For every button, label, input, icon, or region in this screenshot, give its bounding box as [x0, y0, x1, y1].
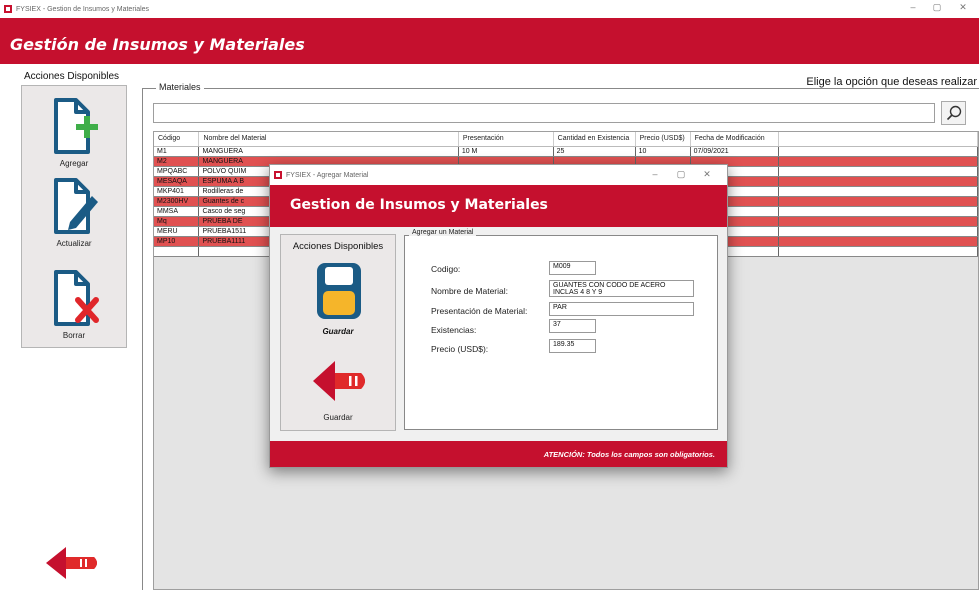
- dialog-close-button[interactable]: ✕: [698, 169, 716, 180]
- nombre-input[interactable]: GUANTES CON CODO DE ACERO INCLAS 4 8 Y 9: [549, 280, 694, 297]
- exit-button[interactable]: [44, 545, 102, 583]
- column-header[interactable]: Precio (USD$): [635, 132, 691, 147]
- table-cell-empty: [778, 206, 978, 217]
- search-button[interactable]: [941, 101, 966, 125]
- table-row[interactable]: M1 MANGUERA 10 M 25 10 07/09/2021: [154, 146, 978, 157]
- table-cell-empty: [778, 246, 978, 257]
- delete-document-icon: [54, 270, 99, 326]
- update-button[interactable]: Actualizar: [22, 176, 126, 248]
- table-cell-empty: [778, 216, 978, 227]
- dialog-title: FYSIEX - Agregar Material: [286, 171, 369, 179]
- table-cell: MERU: [154, 226, 200, 237]
- table-cell-empty: [778, 176, 978, 187]
- add-document-icon: [54, 98, 98, 154]
- dialog-footer: ATENCIÓN: Todos los campos son obligator…: [270, 441, 727, 467]
- table-cell: 10 M: [458, 146, 554, 157]
- sidebar-panel: Agregar Actualizar Borrar: [21, 85, 127, 348]
- search-input[interactable]: [153, 103, 935, 123]
- window-title: FYSIEX - Gestion de Insumos y Materiales: [16, 5, 150, 13]
- window-titlebar: FYSIEX - Gestion de Insumos y Materiales…: [0, 0, 979, 18]
- search-icon: [946, 105, 961, 121]
- update-button-label: Actualizar: [56, 239, 92, 248]
- existencias-input[interactable]: 37: [549, 319, 596, 333]
- column-header[interactable]: Nombre del Material: [198, 132, 459, 147]
- delete-button-label: Borrar: [62, 331, 86, 340]
- app-header-title: Gestión de Insumos y Materiales: [10, 35, 305, 54]
- dialog-actions-title: Acciones Disponibles: [292, 241, 384, 252]
- presentacion-label: Presentación de Material:: [431, 306, 528, 316]
- add-material-form-title: Agregar un Material: [409, 229, 477, 236]
- column-header[interactable]: Presentación: [458, 132, 554, 147]
- save-label-1: Guardar: [322, 327, 354, 336]
- precio-input[interactable]: 189.35: [549, 339, 596, 353]
- table-cell-empty: [778, 166, 978, 177]
- column-header[interactable]: Código: [154, 132, 200, 147]
- add-button[interactable]: Agregar: [22, 96, 126, 168]
- presentacion-input[interactable]: PAR: [549, 302, 694, 316]
- table-cell: MESAQA: [154, 176, 200, 187]
- table-cell-empty: [778, 226, 978, 237]
- app-icon: [274, 171, 282, 179]
- required-fields-notice: ATENCIÓN: Todos los campos son obligator…: [543, 450, 715, 459]
- dialog-minimize-button[interactable]: –: [646, 169, 664, 179]
- edit-document-icon: [54, 178, 98, 234]
- table-cell: 07/09/2021: [690, 146, 779, 157]
- column-header[interactable]: Cantidad en Existencia: [553, 132, 636, 147]
- table-cell: Mq: [154, 216, 200, 227]
- back-button[interactable]: [311, 359, 369, 405]
- minimize-button[interactable]: –: [902, 2, 924, 12]
- table-cell: MPQABC: [154, 166, 200, 177]
- close-button[interactable]: ✕: [952, 2, 974, 13]
- add-material-dialog: FYSIEX - Agregar Material – ▢ ✕ Gestion …: [269, 164, 728, 468]
- table-cell: M2: [154, 156, 200, 167]
- save-label-2: Guardar: [323, 413, 353, 422]
- table-cell: M1: [154, 146, 200, 157]
- exit-arrow-icon: [46, 547, 97, 579]
- table-cell-empty: [778, 196, 978, 207]
- table-cell-empty: [778, 146, 978, 157]
- app-icon: [4, 5, 12, 13]
- dialog-header: Gestion de Insumos y Materiales: [270, 185, 727, 227]
- table-cell: MP10: [154, 236, 200, 247]
- dialog-maximize-button[interactable]: ▢: [672, 169, 690, 180]
- nombre-label: Nombre de Material:: [431, 286, 509, 296]
- column-header[interactable]: Fecha de Modificación: [690, 132, 779, 147]
- floppy-disk-icon: [317, 263, 361, 319]
- table-cell-empty: [154, 246, 200, 257]
- table-cell: 25: [553, 146, 636, 157]
- table-cell: MKP401: [154, 186, 200, 197]
- action-prompt: Elige la opción que deseas realizar: [806, 76, 977, 88]
- table-cell-empty: [778, 186, 978, 197]
- codigo-input[interactable]: M009: [549, 261, 596, 275]
- table-cell-empty: [778, 156, 978, 167]
- dialog-titlebar: FYSIEX - Agregar Material – ▢ ✕: [270, 165, 727, 185]
- table-cell: MANGUERA: [198, 146, 459, 157]
- add-button-label: Agregar: [59, 159, 89, 168]
- table-cell-empty: [778, 236, 978, 247]
- column-header-empty: [778, 132, 978, 147]
- app-header: Gestión de Insumos y Materiales: [0, 18, 979, 64]
- maximize-button[interactable]: ▢: [926, 2, 948, 13]
- save-button[interactable]: [315, 261, 363, 323]
- exit-arrow-icon: [313, 361, 365, 401]
- codigo-label: Codigo:: [431, 264, 461, 274]
- materials-group-title: Materiales: [156, 82, 204, 92]
- dialog-actions-panel: Acciones Disponibles Guardar Guardar: [280, 234, 396, 431]
- table-cell: MMSA: [154, 206, 200, 217]
- table-cell: M2300HV: [154, 196, 200, 207]
- table-cell: 10: [635, 146, 691, 157]
- delete-button[interactable]: Borrar: [22, 268, 126, 340]
- existencias-label: Existencias:: [431, 325, 477, 335]
- table-header-row: Código Nombre del Material Presentación …: [154, 132, 978, 147]
- sidebar-title: Acciones Disponibles: [24, 71, 120, 82]
- precio-label: Precio (USD$):: [431, 344, 489, 354]
- dialog-header-title: Gestion de Insumos y Materiales: [290, 197, 548, 213]
